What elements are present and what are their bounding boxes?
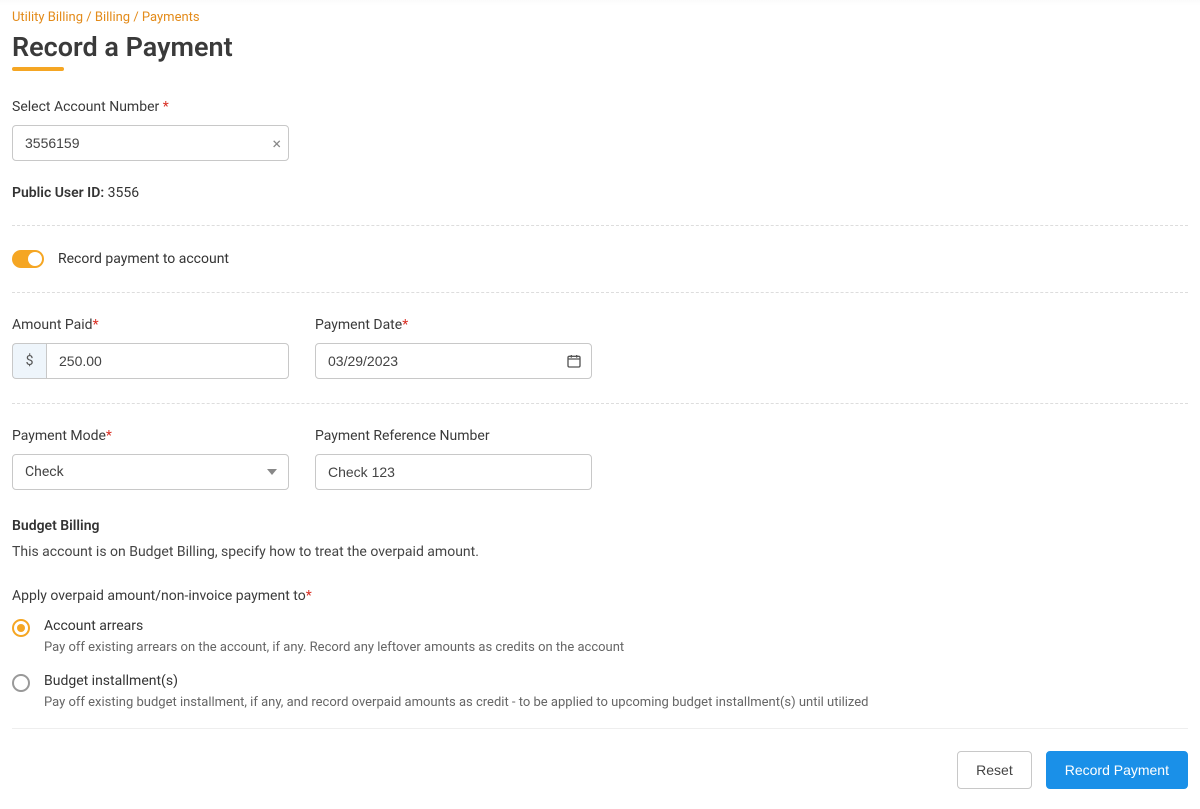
- required-marker: *: [306, 588, 312, 604]
- payment-date-input[interactable]: [315, 343, 592, 379]
- breadcrumb: Utility Billing / Billing / Payments: [12, 10, 1188, 25]
- payment-ref-input[interactable]: [315, 454, 592, 490]
- required-marker: *: [163, 99, 169, 115]
- public-user-label: Public User ID:: [12, 185, 104, 201]
- amount-label: Amount Paid*: [12, 317, 289, 333]
- radio-title: Budget installment(s): [44, 673, 1188, 689]
- radio-desc: Pay off existing budget installment, if …: [44, 695, 1188, 710]
- radio-budget-installment[interactable]: Budget installment(s) Pay off existing b…: [12, 673, 1188, 710]
- calendar-icon[interactable]: [566, 343, 582, 379]
- payment-mode-select[interactable]: Check: [12, 454, 289, 490]
- payment-date-label: Payment Date*: [315, 317, 592, 333]
- account-label: Select Account Number *: [12, 99, 1188, 115]
- reset-button[interactable]: Reset: [957, 751, 1032, 789]
- divider: [12, 403, 1188, 404]
- page-title: Record a Payment: [12, 31, 1188, 63]
- required-marker: *: [402, 317, 408, 333]
- breadcrumb-l2[interactable]: Billing: [95, 10, 130, 25]
- radio-desc: Pay off existing arrears on the account,…: [44, 640, 1188, 655]
- overpaid-label: Apply overpaid amount/non-invoice paymen…: [12, 588, 1188, 604]
- date-label-text: Payment Date: [315, 317, 402, 333]
- mode-label-text: Payment Mode: [12, 428, 106, 444]
- amount-label-text: Amount Paid: [12, 317, 93, 333]
- title-underline: [12, 67, 64, 71]
- account-label-text: Select Account Number: [12, 99, 163, 115]
- budget-heading: Budget Billing: [12, 518, 1188, 534]
- ref-label-text: Payment Reference Number: [315, 428, 490, 444]
- divider: [12, 292, 1188, 293]
- toggle-label: Record payment to account: [58, 251, 229, 267]
- breadcrumb-sep: /: [83, 10, 95, 25]
- overpaid-label-text: Apply overpaid amount/non-invoice paymen…: [12, 588, 306, 604]
- radio-title: Account arrears: [44, 618, 1188, 634]
- account-number-input[interactable]: [12, 125, 289, 161]
- public-user-row: Public User ID: 3556: [12, 185, 1188, 201]
- record-payment-button[interactable]: Record Payment: [1046, 751, 1188, 789]
- required-marker: *: [106, 428, 112, 444]
- record-to-account-toggle[interactable]: [12, 250, 44, 268]
- payment-ref-label: Payment Reference Number: [315, 428, 592, 444]
- radio-account-arrears[interactable]: Account arrears Pay off existing arrears…: [12, 618, 1188, 655]
- required-marker: *: [93, 317, 99, 333]
- breadcrumb-sep: /: [130, 10, 142, 25]
- toggle-knob: [28, 252, 42, 266]
- payment-mode-value: Check: [25, 464, 64, 480]
- amount-input[interactable]: [46, 343, 289, 379]
- public-user-value: 3556: [104, 185, 139, 201]
- clear-icon[interactable]: ×: [272, 125, 281, 161]
- budget-desc: This account is on Budget Billing, speci…: [12, 544, 1188, 560]
- radio-icon: [12, 619, 30, 637]
- breadcrumb-l1[interactable]: Utility Billing: [12, 10, 83, 25]
- footer-divider: [12, 728, 1188, 729]
- currency-prefix: $: [12, 343, 46, 379]
- radio-icon: [12, 674, 30, 692]
- breadcrumb-l3[interactable]: Payments: [142, 10, 200, 25]
- divider: [12, 225, 1188, 226]
- payment-mode-label: Payment Mode*: [12, 428, 289, 444]
